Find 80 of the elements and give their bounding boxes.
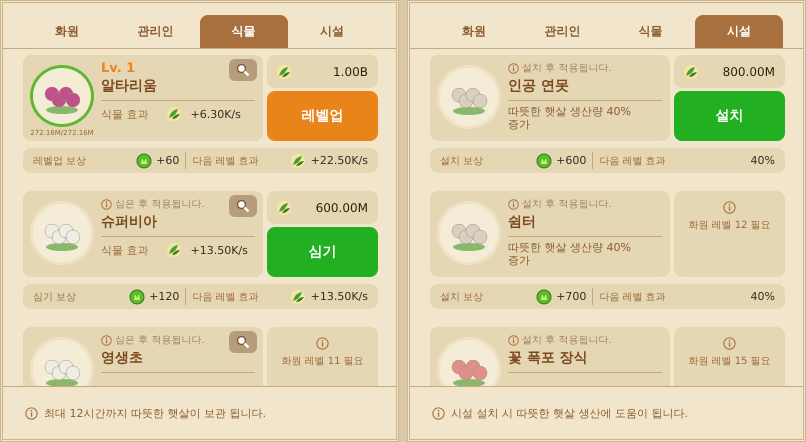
info-icon [316, 337, 329, 350]
search-button[interactable] [229, 331, 257, 353]
next-level-label: 다음 레벨 효과 [192, 154, 259, 168]
requirement-text: 화원 레벨 12 필요 [688, 219, 771, 232]
action-button[interactable]: 심기 [267, 227, 378, 277]
reward-value: +60 [156, 154, 180, 167]
effect-description: 따뜻한 햇살 생산량 40% 증가 [508, 241, 632, 267]
notice-text: 설치 후 적용됩니다. [522, 62, 612, 76]
search-icon [236, 335, 250, 349]
gem-icon [136, 152, 152, 168]
effect-value: +6.30K/s [190, 108, 241, 120]
leaf-icon [275, 62, 293, 80]
leaf-icon [275, 198, 293, 216]
reward-value: +700 [556, 290, 586, 303]
action-button[interactable]: 레벨업 [267, 91, 378, 141]
next-level-value: 40% [750, 290, 775, 303]
info-icon [723, 201, 736, 214]
footer-text: 시설 설치 시 따뜻한 햇살 생산에 도움이 됩니다. [451, 406, 688, 420]
next-level-value: +22.50K/s [310, 154, 368, 167]
tab[interactable]: 시설 [288, 15, 376, 48]
cost-text: 1.00B [333, 64, 368, 78]
info-icon [508, 63, 519, 74]
gem-icon [129, 288, 146, 304]
tab[interactable]: 화원 [430, 15, 518, 48]
info-icon [25, 406, 38, 420]
tab[interactable]: 화원 [23, 15, 112, 48]
leaf-icon [164, 241, 182, 259]
next-level-value: 40% [750, 154, 775, 167]
search-button[interactable] [229, 195, 257, 217]
requirement-text: 화원 레벨 11 필요 [281, 355, 364, 368]
info-icon [508, 199, 519, 210]
search-icon [236, 199, 250, 213]
tab[interactable]: 시설 [694, 15, 783, 48]
requirement-text: 화원 레벨 15 필요 [688, 355, 771, 368]
info-icon [432, 406, 445, 420]
item-name: 인공 연못 [508, 77, 569, 96]
notice-text: 설치 후 적용됩니다. [522, 334, 612, 348]
leaf-icon [682, 62, 700, 80]
effect-value: +13.50K/s [190, 244, 248, 256]
next-level-label: 다음 레벨 효과 [192, 290, 259, 304]
reward-label: 심기 보상 [33, 290, 76, 304]
info-icon [508, 335, 519, 346]
notice-text: 설치 후 적용됩니다. [522, 198, 612, 212]
next-level-label: 다음 레벨 효과 [599, 290, 666, 304]
cost-text: 800.00M [722, 64, 775, 78]
reward-label: 설치 보상 [440, 290, 484, 304]
leaf-icon [164, 105, 182, 123]
leaf-icon [288, 288, 307, 306]
item-name: 알타리움 [101, 77, 157, 96]
tab[interactable]: 관리인 [111, 15, 200, 48]
info-icon [101, 335, 112, 346]
item-name: 영생초 [101, 349, 143, 368]
reward-value: +120 [149, 290, 180, 303]
notice-text: 심은 후 적용됩니다. [115, 198, 205, 212]
tab[interactable]: 식물 [200, 15, 288, 48]
next-level-value: +13.50K/s [310, 290, 368, 303]
effect-label: 식물 효과 [101, 106, 148, 122]
item-name: 꽃 폭포 장식 [508, 349, 588, 368]
item-name: 슈퍼비아 [101, 213, 157, 232]
reward-value: +600 [556, 154, 586, 167]
footer-text: 최대 12시간까지 따뜻한 햇살이 보관 됩니다. [44, 406, 266, 420]
reward-label: 레벨업 보상 [33, 154, 86, 168]
gem-icon [536, 152, 552, 168]
gem-icon [536, 288, 552, 304]
tab[interactable]: 식물 [606, 15, 695, 48]
next-level-label: 다음 레벨 효과 [599, 154, 666, 168]
item-name: 쉼터 [508, 213, 536, 232]
effect-description: 따뜻한 햇살 생산량 40% 증가 [508, 105, 632, 131]
tab[interactable]: 관리인 [518, 15, 606, 48]
search-icon [236, 63, 250, 77]
level-text: Lv. 1 [101, 61, 136, 76]
info-icon [101, 199, 112, 210]
reward-label: 설치 보상 [440, 154, 484, 168]
search-button[interactable] [229, 59, 257, 81]
cost-text: 600.00M [316, 200, 368, 214]
notice-text: 심은 후 적용됩니다. [115, 334, 205, 348]
info-icon [723, 337, 736, 350]
action-button[interactable]: 설치 [674, 91, 785, 141]
leaf-icon [288, 152, 307, 170]
effect-label: 식물 효과 [101, 242, 148, 258]
